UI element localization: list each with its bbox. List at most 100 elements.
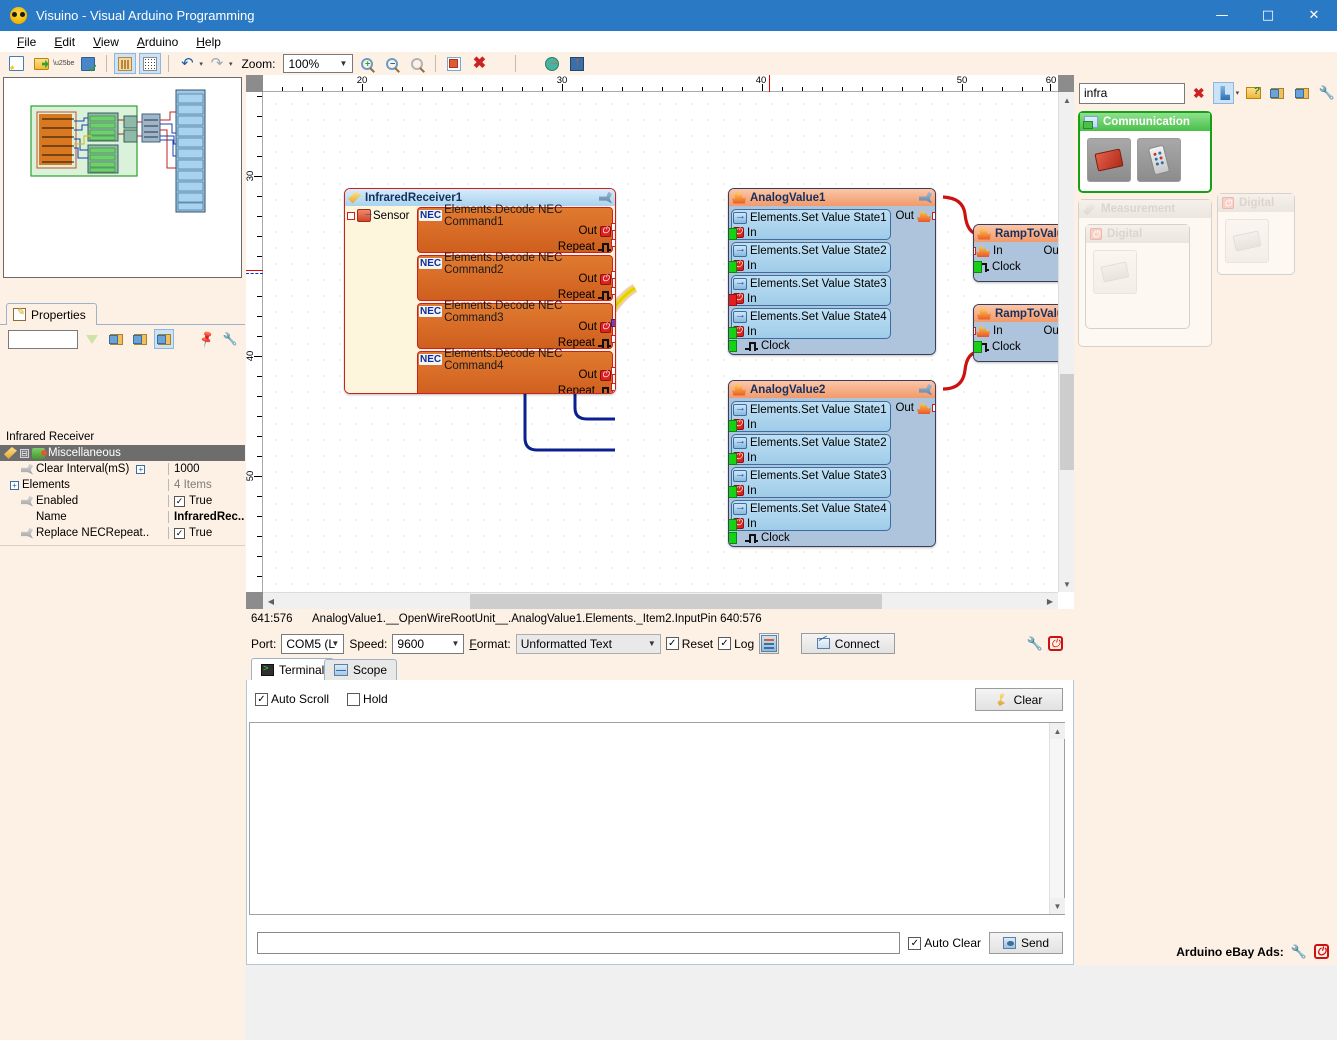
pin-out[interactable]: Out — [895, 210, 931, 222]
pin-square-out-2[interactable] — [611, 271, 616, 279]
pin-in[interactable]: In — [976, 325, 1003, 337]
pin-square-out-3[interactable] — [611, 319, 616, 327]
property-value-cell[interactable]: ✓ True — [168, 495, 245, 507]
horizontal-scroll-thumb[interactable] — [470, 594, 882, 609]
pin-in[interactable]: ⏻ In — [732, 291, 890, 306]
tab-properties[interactable]: Properties — [6, 303, 97, 325]
pin-out[interactable]: Out — [895, 402, 931, 414]
redo-arrow-icon[interactable]: ↷ — [206, 53, 228, 74]
pin-square-clock[interactable] — [728, 532, 737, 544]
scroll-up-arrow-icon[interactable]: ▲ — [1059, 92, 1075, 108]
pin-square-out-4[interactable] — [611, 367, 616, 375]
pin-sensor[interactable]: Sensor — [347, 209, 409, 222]
magnifier-gray-icon[interactable] — [406, 53, 428, 74]
digital-ghost-tile[interactable] — [1093, 250, 1137, 294]
pin-square-out[interactable] — [932, 212, 936, 220]
hold-checkbox[interactable] — [347, 693, 360, 706]
scroll-down-arrow-icon[interactable]: ▼ — [1050, 898, 1065, 914]
node-settings-icon[interactable] — [599, 192, 612, 204]
enabled-checkbox[interactable]: ✓ — [174, 496, 185, 507]
element-set-value-state-2[interactable]: Elements.Set Value State2 ⏻ In — [731, 242, 891, 273]
connect-button[interactable]: Connect — [801, 633, 895, 654]
pin-square-in-3[interactable] — [728, 486, 737, 498]
terminal-input[interactable] — [257, 932, 900, 954]
close-button[interactable]: ✕ — [1291, 0, 1337, 31]
node-ramp-to-value-2[interactable]: RampToValue2 In Out — [973, 304, 1058, 362]
property-category-row[interactable]: ⊟ Miscellaneous — [0, 445, 245, 461]
pin-in[interactable]: ⏻ In — [732, 450, 890, 465]
sort-alphabetical-icon[interactable] — [130, 329, 150, 349]
tools-icon[interactable]: 🔧 — [220, 329, 240, 349]
element-set-value-state-4[interactable]: Elements.Set Value State4 ⏻ In — [731, 500, 891, 531]
pin-clock[interactable]: Clock — [976, 261, 1021, 273]
hold-checkbox-wrap[interactable]: Hold — [347, 692, 388, 706]
globe-arrow-icon[interactable] — [541, 53, 563, 74]
subcategory-header[interactable]: ⏻ Digital — [1086, 225, 1189, 243]
scroll-down-arrow-icon[interactable]: ▼ — [1059, 576, 1075, 592]
property-value-cell[interactable]: ✓ True — [168, 527, 245, 539]
pin-square-repeat-2[interactable] — [611, 287, 616, 295]
node-ramp-to-value-1[interactable]: RampToValue1 In Out — [973, 224, 1058, 282]
component-search-input[interactable]: infra — [1079, 83, 1185, 104]
reset-checkbox[interactable]: ✓ — [666, 637, 679, 650]
red-x-icon[interactable]: ✖ — [468, 53, 490, 74]
expand-all-icon[interactable] — [1268, 82, 1288, 104]
log-checkbox[interactable]: ✓ — [718, 637, 731, 650]
upload-board-icon[interactable] — [566, 53, 588, 74]
pin-square-in-2[interactable] — [728, 453, 737, 465]
zoom-combobox[interactable]: 100% ▼ — [283, 54, 353, 73]
open-folder-icon[interactable] — [30, 53, 52, 74]
element-decode-nec-command-2[interactable]: NEC Elements.Decode NEC Command2 Out ⏻ R… — [417, 255, 613, 301]
pin-clock[interactable]: Clock — [743, 338, 790, 354]
node-title-bar[interactable]: AnalogValue1 — [729, 189, 935, 206]
property-value[interactable]: 4 Items — [168, 479, 245, 491]
category-header[interactable]: Communication — [1080, 113, 1210, 131]
subcategory-digital[interactable]: ⏻ Digital — [1085, 224, 1190, 329]
ir-remote-tile[interactable] — [1137, 138, 1181, 182]
pin-square-in-4[interactable] — [728, 519, 737, 531]
tools-icon[interactable]: 🔧 — [1027, 636, 1043, 652]
pin-square-icon[interactable] — [347, 212, 355, 220]
expand-icon[interactable]: + — [136, 465, 145, 474]
clear-button[interactable]: Clear — [975, 688, 1063, 711]
auto-scroll-checkbox-wrap[interactable]: ✓ Auto Scroll — [255, 692, 329, 706]
diagram-canvas[interactable]: InfraredReceiver1 Sensor NEC — [263, 92, 1058, 592]
send-button[interactable]: Send — [989, 932, 1063, 954]
power-off-icon[interactable]: ⏻ — [1048, 636, 1063, 651]
replace-necrepeat-checkbox[interactable]: ✓ — [174, 528, 185, 539]
auto-scroll-checkbox[interactable]: ✓ — [255, 693, 268, 706]
pin-square-in[interactable] — [973, 247, 976, 255]
pin-in[interactable]: ⏻ In — [732, 483, 890, 498]
pin-square-repeat-1[interactable] — [611, 239, 616, 247]
pin-clock[interactable]: Clock — [976, 341, 1021, 353]
canvas-vertical-scrollbar[interactable]: ▲ ▼ — [1058, 92, 1074, 592]
node-analog-value-2[interactable]: AnalogValue2 Out Elements.Set Value — [728, 380, 936, 547]
tab-scope[interactable]: Scope — [324, 659, 397, 680]
property-row-name[interactable]: Name InfraredRec... — [0, 509, 245, 525]
save-icon[interactable] — [77, 53, 99, 74]
canvas-horizontal-scrollbar[interactable]: ◀ ▶ — [263, 592, 1058, 609]
element-set-value-state-4[interactable]: Elements.Set Value State4 ⏻ In — [731, 308, 891, 339]
pin-in[interactable]: ⏻ In — [732, 225, 890, 240]
speed-combobox[interactable]: 9600 ▼ — [392, 634, 464, 654]
tools-icon[interactable]: 🔧 — [1317, 82, 1337, 104]
auto-clear-checkbox-wrap[interactable]: ✓ Auto Clear — [908, 936, 981, 950]
ruler-icon[interactable] — [114, 53, 136, 74]
pin-square-out-1[interactable] — [611, 223, 616, 231]
magnifier-plus-icon[interactable]: + — [356, 53, 378, 74]
expand-icon[interactable]: + — [10, 481, 19, 490]
properties-search-input[interactable] — [8, 330, 78, 349]
element-decode-nec-command-3[interactable]: NEC Elements.Decode NEC Command3 Out ⏻ R… — [417, 303, 613, 349]
category-measurement[interactable]: Measurement ⏻ Digital — [1078, 199, 1212, 347]
element-decode-nec-command-1[interactable]: NEC Elements.Decode NEC Command1 Out ⏻ R… — [417, 207, 613, 253]
tools-icon[interactable]: 🔧 — [1291, 944, 1307, 960]
pin-square-in-4[interactable] — [728, 327, 737, 339]
element-set-value-state-3[interactable]: Elements.Set Value State3 ⏻ In — [731, 275, 891, 306]
open-dropdown-arrow-icon[interactable]: \u25be — [53, 60, 74, 67]
pin-out[interactable]: Out — [1043, 325, 1058, 337]
new-document-icon[interactable] — [5, 53, 27, 74]
property-row-clear-interval[interactable]: Clear Interval(mS) + 1000 — [0, 461, 245, 477]
pin-square-repeat-4[interactable] — [611, 383, 616, 391]
pin-icon[interactable]: 📌 — [196, 329, 216, 349]
filter-funnel-icon[interactable] — [82, 329, 102, 349]
